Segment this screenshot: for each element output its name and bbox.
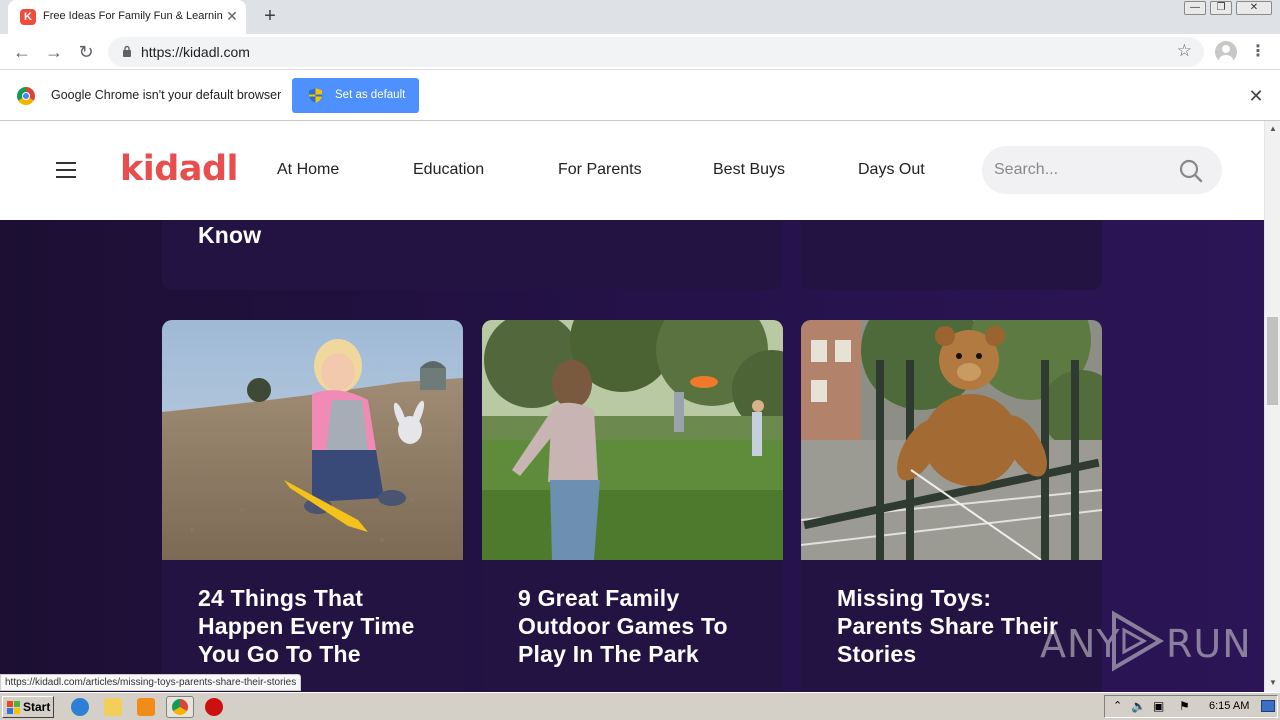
nav-for-parents[interactable]: For Parents xyxy=(558,161,642,179)
tab-close-icon[interactable]: ✕ xyxy=(224,8,240,24)
kidadl-favicon-icon: K xyxy=(20,9,36,25)
nav-days-out[interactable]: Days Out xyxy=(858,161,925,179)
search-icon[interactable] xyxy=(1178,158,1204,184)
set-as-default-button[interactable]: Set as default xyxy=(292,78,419,113)
nav-education[interactable]: Education xyxy=(413,161,484,179)
site-header: kidadl At Home Education For Parents Bes… xyxy=(0,121,1264,220)
scroll-down-icon[interactable]: ▼ xyxy=(1268,678,1278,688)
reload-icon[interactable]: ↻ xyxy=(74,40,98,64)
browser-tab[interactable]: K Free Ideas For Family Fun & Learning ✕ xyxy=(8,0,246,34)
title-line: Happen Every Time xyxy=(198,613,415,639)
scroll-thumb[interactable] xyxy=(1267,317,1278,405)
network-icon[interactable]: ▣ xyxy=(1153,699,1164,713)
windows-taskbar: Start ⌃ 🔈 ▣ ⚑ 6:15 AM xyxy=(0,692,1280,720)
address-bar[interactable]: https://kidadl.com ☆ xyxy=(108,37,1204,67)
chrome-taskbar-button[interactable] xyxy=(166,696,194,718)
article-card-title: 24 Things That Happen Every Time You Go … xyxy=(198,584,414,668)
tab-strip: K Free Ideas For Family Fun & Learning ✕… xyxy=(0,0,1280,34)
show-desktop-icon[interactable] xyxy=(1261,700,1275,712)
menu-kebab-icon[interactable]: ⋮ xyxy=(1250,41,1266,63)
search-box[interactable]: Search... xyxy=(982,146,1222,194)
watermark-right: RUN xyxy=(1166,622,1252,666)
page-content: Know 24 Things That Happen Every Time Yo… xyxy=(0,121,1264,692)
page-scrollbar[interactable]: ▲ ▼ xyxy=(1264,121,1280,692)
infobar-close-icon[interactable]: ✕ xyxy=(1247,87,1265,105)
partial-card-title: Know xyxy=(198,222,262,248)
chrome-icon xyxy=(172,699,188,715)
play-logo-icon xyxy=(1112,610,1164,672)
default-browser-infobar: Google Chrome isn't your default browser… xyxy=(0,71,1280,121)
clock[interactable]: 6:15 AM xyxy=(1209,700,1249,712)
media-player-icon[interactable] xyxy=(137,698,155,716)
tray-expand-icon[interactable]: ⌃ xyxy=(1113,699,1122,712)
tab-title: Free Ideas For Family Fun & Learning xyxy=(43,10,223,22)
folder-icon[interactable] xyxy=(104,698,122,716)
girl-frisbee-park-image xyxy=(482,320,783,560)
title-line: 24 Things That xyxy=(198,585,364,611)
kidadl-logo[interactable]: kidadl xyxy=(120,149,239,189)
minimize-icon[interactable]: — xyxy=(1184,1,1206,15)
start-label: Start xyxy=(23,700,51,714)
title-line: Stories xyxy=(837,641,917,667)
title-line: Parents Share Their xyxy=(837,613,1059,639)
bookmark-star-icon[interactable]: ☆ xyxy=(1177,41,1192,61)
new-tab-icon[interactable]: + xyxy=(258,5,282,29)
article-card-title: 9 Great Family Outdoor Games To Play In … xyxy=(518,584,728,668)
nav-at-home[interactable]: At Home xyxy=(277,161,339,179)
action-center-flag-icon[interactable]: ⚑ xyxy=(1179,699,1190,713)
window-close-icon[interactable]: ✕ xyxy=(1236,1,1272,15)
article-card[interactable]: 9 Great Family Outdoor Games To Play In … xyxy=(482,320,783,692)
title-line: 9 Great Family xyxy=(518,585,680,611)
infobar-message: Google Chrome isn't your default browser xyxy=(51,88,282,102)
title-line: Play In The Park xyxy=(518,641,699,667)
chrome-logo-icon xyxy=(17,87,35,105)
title-line: You Go To The xyxy=(198,641,361,667)
forward-icon[interactable]: → xyxy=(42,40,66,64)
title-line: Outdoor Games To xyxy=(518,613,728,639)
windows-flag-icon xyxy=(7,701,20,714)
url-text: https://kidadl.com xyxy=(141,44,250,60)
nav-best-buys[interactable]: Best Buys xyxy=(713,161,785,179)
opera-icon[interactable] xyxy=(205,698,223,716)
uac-shield-icon xyxy=(309,88,322,103)
lock-icon xyxy=(123,45,131,57)
article-card[interactable]: 24 Things That Happen Every Time You Go … xyxy=(162,320,463,692)
search-input[interactable]: Search... xyxy=(994,161,1058,179)
teddy-bear-on-fence-image xyxy=(801,320,1102,560)
start-button[interactable]: Start xyxy=(2,696,54,718)
system-tray: ⌃ 🔈 ▣ ⚑ 6:15 AM xyxy=(1104,695,1278,718)
volume-icon[interactable]: 🔈 xyxy=(1131,699,1146,713)
restore-icon[interactable]: ❐ xyxy=(1210,1,1232,15)
toddler-on-beach-image xyxy=(162,320,463,560)
title-line: Missing Toys: xyxy=(837,585,992,611)
scroll-up-icon[interactable]: ▲ xyxy=(1268,124,1278,134)
set-as-default-label: Set as default xyxy=(335,89,406,101)
back-icon[interactable]: ← xyxy=(10,40,34,64)
internet-explorer-icon[interactable] xyxy=(71,698,89,716)
status-url-bubble: https://kidadl.com/articles/missing-toys… xyxy=(0,674,302,691)
hamburger-menu-icon[interactable] xyxy=(56,162,76,178)
profile-avatar-icon[interactable] xyxy=(1215,41,1237,63)
anyrun-watermark: ANY RUN xyxy=(1040,608,1251,674)
browser-toolbar: ← → ↻ https://kidadl.com ☆ ⋮ xyxy=(0,34,1280,70)
article-card-title: Missing Toys: Parents Share Their Storie… xyxy=(837,584,1058,668)
